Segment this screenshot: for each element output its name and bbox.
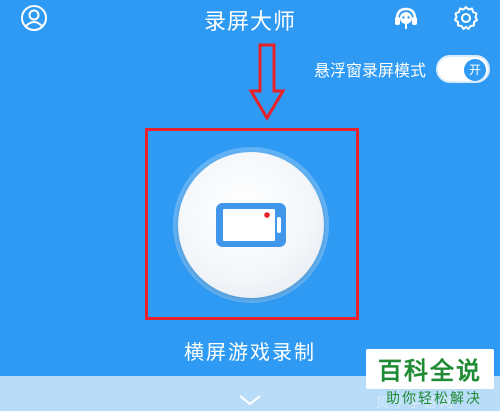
annotation-arrow	[248, 43, 286, 121]
floating-window-mode-label: 悬浮窗录屏模式	[313, 61, 426, 80]
gear-icon[interactable]	[452, 4, 480, 32]
toggle-knob: 开	[464, 59, 486, 81]
landscape-record-button[interactable]	[178, 152, 324, 298]
app-title: 录屏大师	[203, 10, 296, 35]
watermark-title: 百科全说	[378, 357, 482, 385]
top-bar: 录屏大师	[0, 0, 500, 40]
watermark-logo: 百科全说	[366, 349, 494, 389]
headset-icon[interactable]	[392, 4, 420, 32]
floating-window-mode-toggle[interactable]: 开	[436, 55, 490, 83]
watermark-subtitle: 助你轻松解决	[386, 391, 482, 407]
floating-window-mode-row: 悬浮窗录屏模式 开	[314, 54, 490, 84]
chevron-down-icon[interactable]	[238, 394, 262, 406]
landscape-phone-icon	[216, 203, 286, 247]
